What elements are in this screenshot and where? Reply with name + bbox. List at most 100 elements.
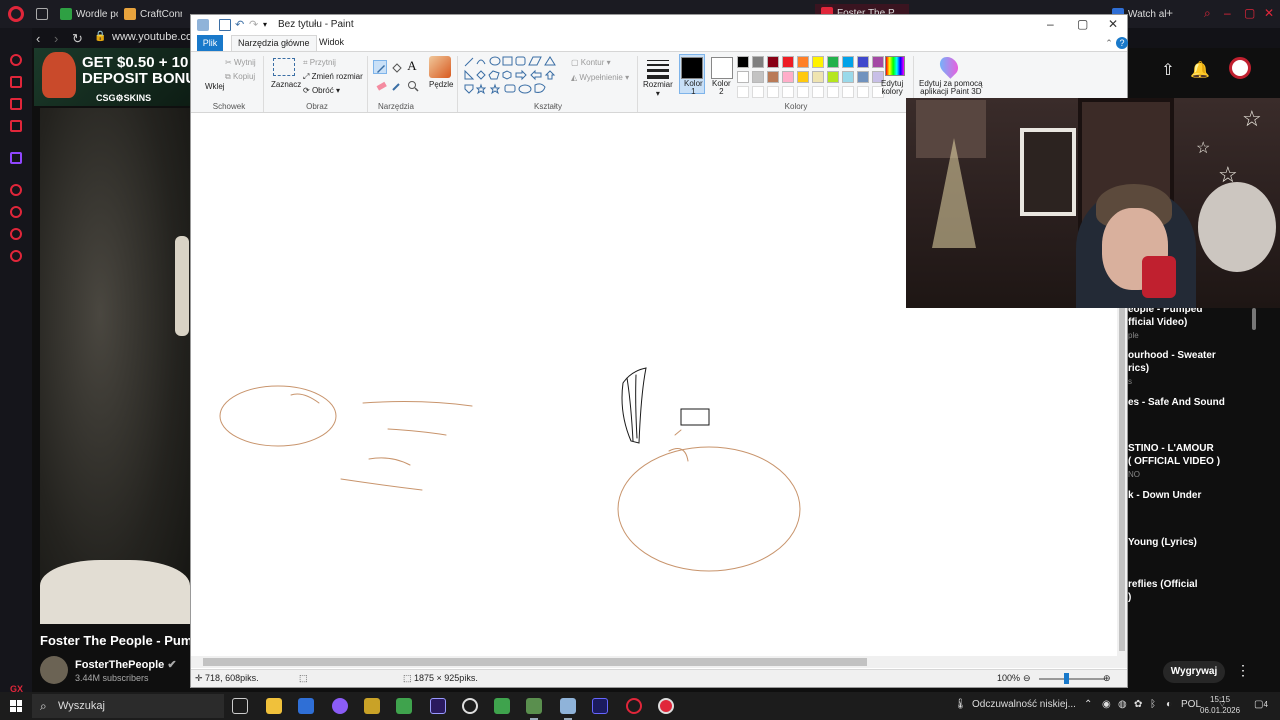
app-clock-icon[interactable] xyxy=(658,698,674,714)
custom-color-slot[interactable] xyxy=(827,86,839,98)
palette-swatch[interactable] xyxy=(812,56,824,68)
sidebar-history-icon[interactable] xyxy=(10,206,22,218)
ribbon-collapse-icon[interactable]: ⌃ xyxy=(1103,37,1115,49)
palette-swatch[interactable] xyxy=(797,71,809,83)
home-tab[interactable]: Narzędzia główne xyxy=(231,35,317,52)
file-explorer-icon[interactable] xyxy=(266,698,282,714)
zoom-out-icon[interactable]: ⊖ xyxy=(1023,673,1031,684)
palette-swatch[interactable] xyxy=(782,56,794,68)
browser-tab-1[interactable]: Wordle po xyxy=(54,4,118,24)
app-excel-icon[interactable] xyxy=(396,698,412,714)
palette-swatch[interactable] xyxy=(767,56,779,68)
sidebar-gx-icon[interactable] xyxy=(10,54,22,66)
zoom-in-icon[interactable]: ⊕ xyxy=(1103,673,1111,684)
hscroll-thumb[interactable] xyxy=(203,658,867,666)
sidebar-twitch-app-icon[interactable] xyxy=(10,152,22,164)
text-tool-icon[interactable]: A xyxy=(405,58,419,73)
app-glasses-icon[interactable] xyxy=(364,698,380,714)
close-browser-icon[interactable]: ✕ xyxy=(1264,6,1274,20)
custom-color-slot[interactable] xyxy=(857,86,869,98)
profile-avatar[interactable] xyxy=(1229,57,1251,79)
palette-swatch[interactable] xyxy=(842,71,854,83)
task-view-icon[interactable] xyxy=(232,698,248,714)
reload-icon[interactable]: ↻ xyxy=(72,31,83,47)
minecraft-icon[interactable] xyxy=(526,698,542,720)
quick-access-dropdown-icon[interactable]: ▾ xyxy=(263,19,275,31)
select-button[interactable]: Zaznacz xyxy=(271,80,301,89)
resize-button[interactable]: ⤢ Zmień rozmiar xyxy=(303,72,363,82)
fill-dropdown[interactable]: ◭ Wypełnienie ▾ xyxy=(571,73,629,82)
channel-avatar[interactable] xyxy=(40,656,68,684)
palette-swatch[interactable] xyxy=(857,56,869,68)
custom-color-slot[interactable] xyxy=(737,86,749,98)
opera-logo-icon[interactable] xyxy=(8,6,24,22)
outline-dropdown[interactable]: ▢ Kontur ▾ xyxy=(571,58,611,67)
palette-swatch[interactable] xyxy=(842,56,854,68)
custom-color-slot[interactable] xyxy=(782,86,794,98)
sidebar-player-icon[interactable] xyxy=(10,184,22,196)
palette-swatch[interactable] xyxy=(752,56,764,68)
sidebar-messenger-icon[interactable] xyxy=(10,98,22,110)
redo-icon[interactable]: ↷ xyxy=(249,19,261,31)
more-options-icon[interactable]: ⋮ xyxy=(1236,662,1250,679)
tray-overflow-icon[interactable]: ⌃ xyxy=(1084,699,1092,710)
app-cube-icon[interactable] xyxy=(494,698,510,714)
palette-swatch[interactable] xyxy=(827,71,839,83)
palette-swatch[interactable] xyxy=(752,71,764,83)
size-button[interactable]: Rozmiar ▾ xyxy=(643,80,673,98)
back-icon[interactable]: ‹ xyxy=(36,31,40,46)
recommendation-item[interactable]: k - Down Under xyxy=(1128,489,1250,502)
premiere-icon[interactable] xyxy=(430,698,446,714)
sidebar-settings-icon[interactable] xyxy=(10,250,22,262)
custom-color-slot[interactable] xyxy=(767,86,779,98)
view-tab[interactable]: Widok xyxy=(319,37,344,47)
paint-maximize-button[interactable]: ▢ xyxy=(1077,17,1088,31)
help-icon[interactable]: ? xyxy=(1116,37,1128,49)
color-picker-icon[interactable] xyxy=(389,78,403,92)
paint-close-button[interactable]: ✕ xyxy=(1108,17,1118,31)
palette-swatch[interactable] xyxy=(872,56,884,68)
color2-swatch[interactable] xyxy=(711,57,733,79)
zoom-slider-thumb[interactable] xyxy=(1064,673,1069,684)
recommendation-item[interactable]: ourhood - Sweater rics) s xyxy=(1128,349,1250,388)
paint-taskbar-icon[interactable] xyxy=(560,698,576,720)
custom-color-slot[interactable] xyxy=(752,86,764,98)
size-icon[interactable] xyxy=(647,60,669,79)
wygrywaj-button[interactable]: Wygrywaj xyxy=(1163,661,1225,683)
taskbar-search[interactable]: ⌕ Wyszukaj xyxy=(32,694,224,718)
save-icon[interactable] xyxy=(219,19,231,31)
maximize-browser-icon[interactable]: ▢ xyxy=(1244,6,1255,20)
brushes-icon[interactable] xyxy=(429,56,451,78)
pencil-tool-icon[interactable] xyxy=(373,60,387,74)
new-tab-icon[interactable]: + xyxy=(1166,6,1173,20)
shapes-gallery[interactable] xyxy=(463,56,563,98)
recommendation-item[interactable]: reflies (Official) xyxy=(1128,578,1250,604)
minimize-browser-icon[interactable]: – xyxy=(1224,6,1231,20)
weather-icon[interactable]: 🌡 xyxy=(954,699,967,710)
canvas-horizontal-scrollbar[interactable] xyxy=(191,656,1117,668)
edit-colors-icon[interactable] xyxy=(885,56,905,76)
palette-swatch[interactable] xyxy=(737,71,749,83)
sidebar-twitch-icon[interactable] xyxy=(10,76,22,88)
recommendation-item[interactable]: eople - Pumped fficial Video) ple xyxy=(1128,303,1250,342)
fill-bucket-icon[interactable] xyxy=(389,60,403,74)
tray-app-icon[interactable]: ◍ xyxy=(1118,699,1127,710)
upload-icon[interactable]: ⇧ xyxy=(1158,60,1178,80)
start-button-icon[interactable] xyxy=(10,700,22,712)
copy-button[interactable]: ⧉ Kopiuj xyxy=(225,72,255,82)
palette-swatch[interactable] xyxy=(812,71,824,83)
select-icon[interactable] xyxy=(273,58,295,76)
browser-tab-2[interactable]: CraftConn xyxy=(118,4,182,24)
sidebar-extensions-icon[interactable] xyxy=(10,228,22,240)
tray-app-icon[interactable]: ✿ xyxy=(1134,699,1142,710)
app-crystal-icon[interactable] xyxy=(332,698,348,714)
paint3d-icon[interactable] xyxy=(936,53,962,79)
magnifier-icon[interactable] xyxy=(405,78,419,92)
csgo-skins-ad[interactable]: GET $0.50 + 10 DEPOSIT BONU CSG⚙SKINS xyxy=(34,48,210,106)
audition-icon[interactable] xyxy=(592,698,608,714)
palette-swatch[interactable] xyxy=(767,71,779,83)
notifications-bell-icon[interactable]: 🔔 xyxy=(1190,60,1210,80)
palette-swatch[interactable] xyxy=(782,71,794,83)
palette-swatch[interactable] xyxy=(857,71,869,83)
bluetooth-icon[interactable]: ᛒ xyxy=(1150,699,1156,710)
